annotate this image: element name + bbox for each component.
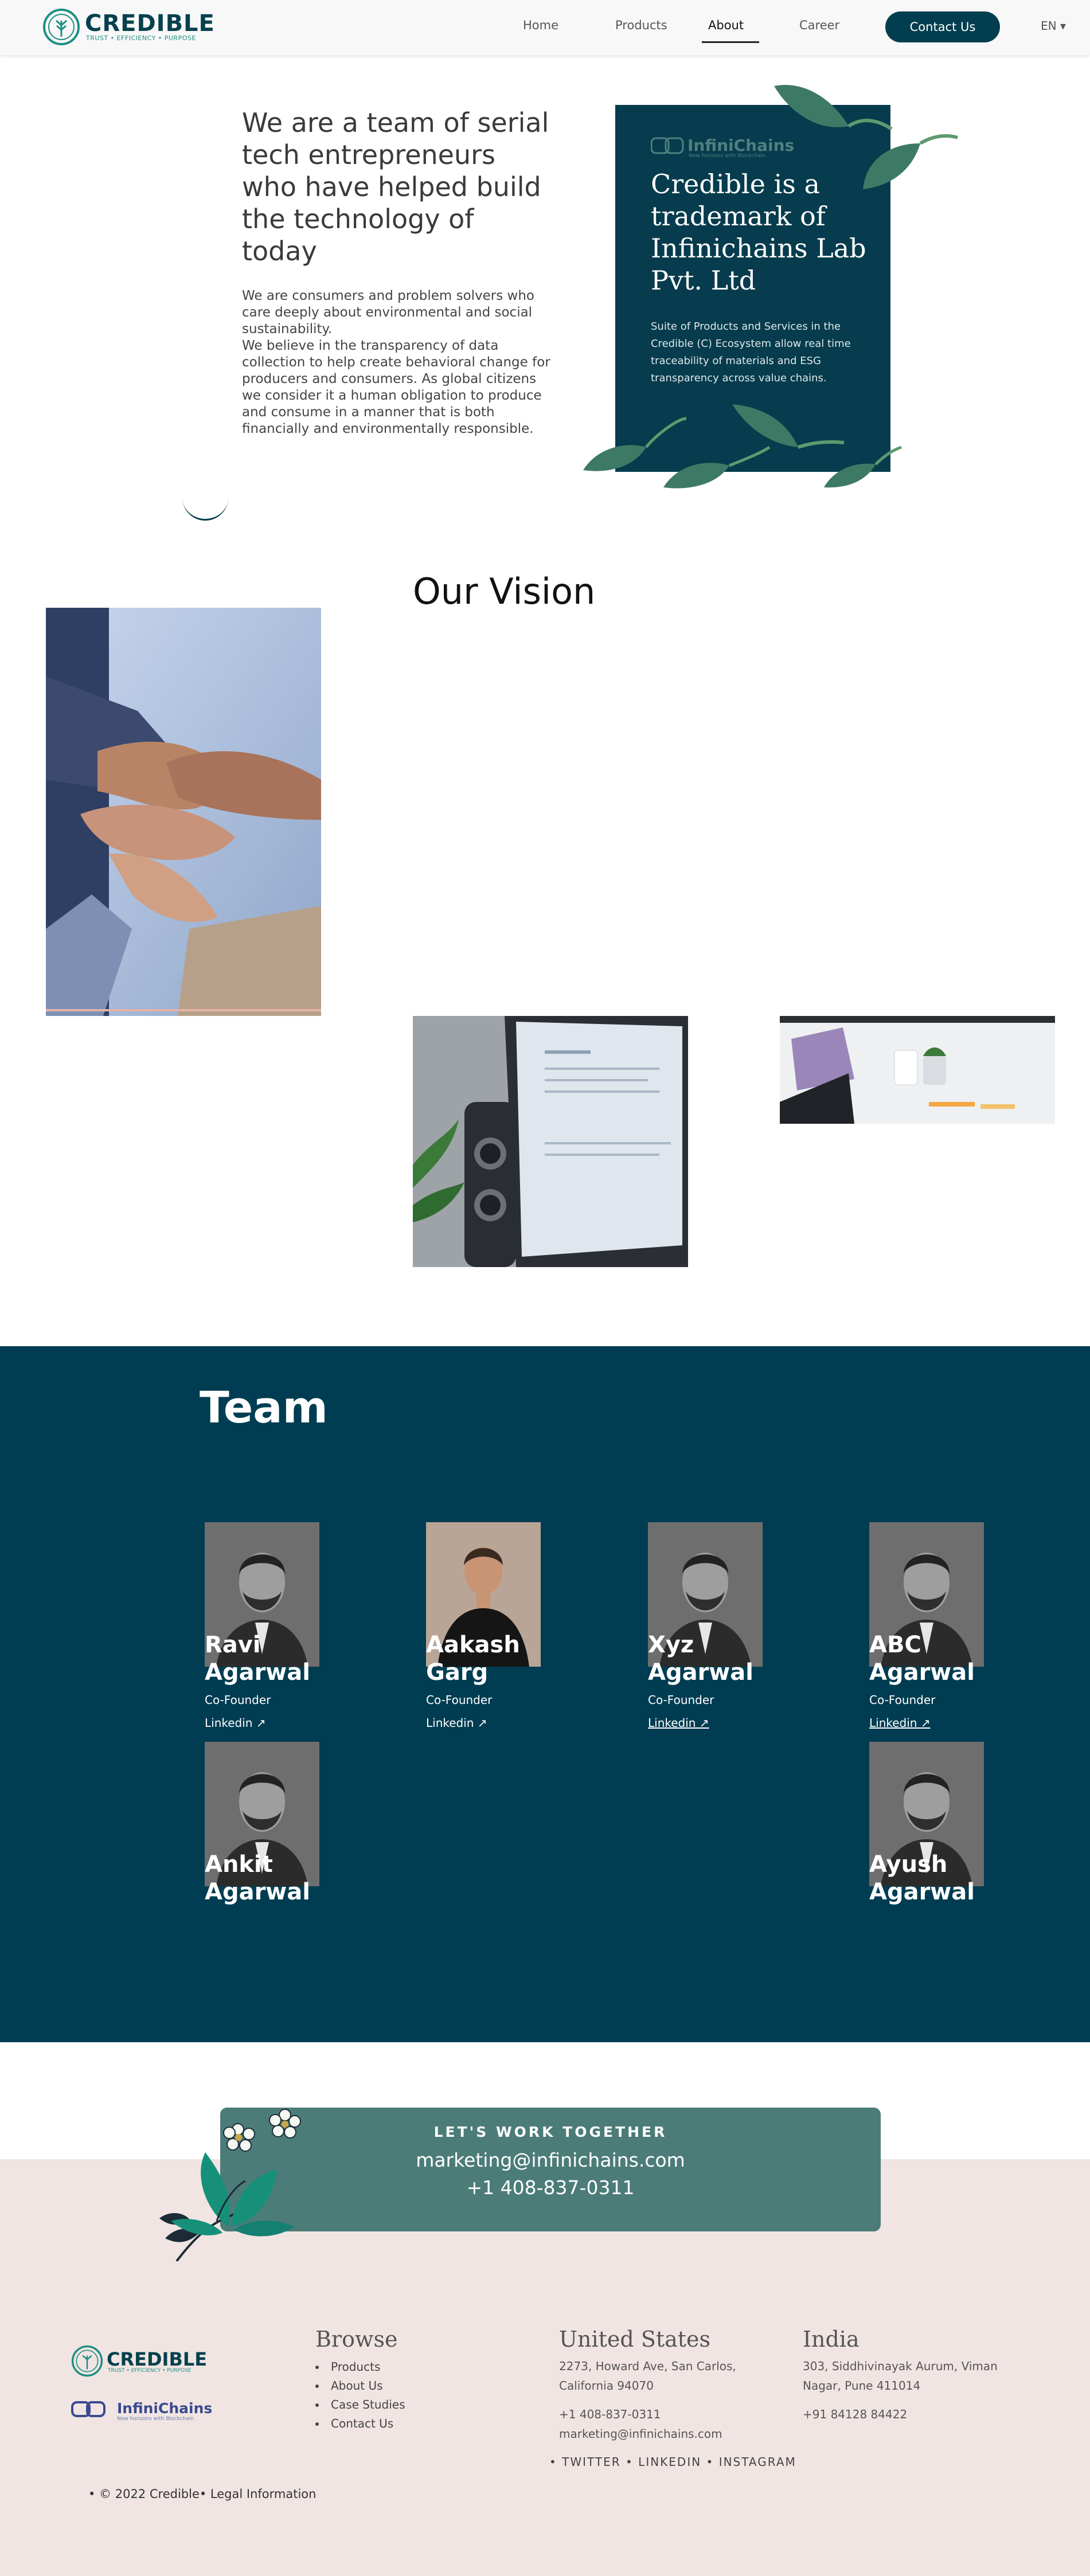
member-name: Xyz Agarwal [648,1632,753,1686]
cta-heading: LET'S WORK TOGETHER [433,2124,667,2140]
footer-infinichains-logo-icon [71,2401,106,2417]
member-role: Co-Founder [205,1693,271,1707]
footer-us-phone[interactable]: +1 408-837-0311 [559,2405,661,2424]
member-name: Ravi Agarwal [205,1632,310,1686]
card-description: Suite of Products and Services in the Cr… [651,320,851,384]
footer-link-about[interactable]: About Us [315,2376,405,2395]
contact-banner: LET'S WORK TOGETHER marketing@infinichai… [220,2108,881,2231]
leaf-decoration-icon [774,85,958,189]
member-role: Co-Founder [869,1693,936,1707]
hero-title: We are a team of serial tech entrepreneu… [242,107,549,267]
hero-paragraph-1: We are consumers and problem solvers who… [242,288,534,337]
member-name: Ayush Agarwal [869,1851,975,1905]
vision-image-hands [46,608,321,1016]
hero-paragraph-2: We believe in the transparency of data c… [242,338,550,436]
member-name: ABC Agarwal [869,1632,975,1686]
footer-infinichains-sub: New horizons with Blockchain [117,2416,194,2422]
vision-image-monitor [413,1016,688,1267]
nav-about[interactable]: About [708,18,744,32]
flower-plant-icon [159,2109,301,2261]
credible-logo-icon[interactable] [42,8,80,46]
footer-brand-tagline: TRUST • EFFICIENCY • PURPOSE [108,2368,192,2374]
team-member-card: ABC Agarwal Co-Founder Linkedin ↗ [869,1522,1007,1730]
top-navbar: CREDIBLE TRUST • EFFICIENCY • PURPOSE Ho… [0,0,1090,55]
member-role: Co-Founder [648,1693,714,1707]
footer-brand-name: CREDIBLE [107,2348,208,2370]
footer-us-address: 2273, Howard Ave, San Carlos, California… [559,2359,736,2393]
active-nav-indicator [702,41,759,43]
footer-infinichains-name: InfiniChains [117,2400,213,2417]
footer-browse-heading: Browse [315,2327,398,2352]
team-member-card: Xyz Agarwal Co-Founder Linkedin ↗ [648,1522,786,1730]
nav-products[interactable]: Products [615,18,667,32]
footer-us-heading: United States [559,2327,711,2352]
footer-link-case-studies[interactable]: Case Studies [315,2395,405,2414]
member-linkedin-link[interactable]: Linkedin ↗ [205,1716,266,1730]
member-linkedin-link[interactable]: Linkedin ↗ [648,1716,709,1730]
footer-credible-logo-icon[interactable] [71,2345,103,2377]
cta-email[interactable]: marketing@infinichains.com [220,2149,881,2171]
scroll-indicator[interactable] [182,493,228,521]
language-dropdown[interactable]: EN ▾ [1041,19,1066,33]
team-member-card: Ravi Agarwal Co-Founder Linkedin ↗ [205,1522,342,1730]
team-member-card: Ayush Agarwal [869,1742,1007,1905]
footer-india-heading: India [803,2327,860,2352]
cta-phone[interactable]: +1 408-837-0311 [220,2176,881,2199]
team-section: Team Ravi Agarwal Co-Founder Linkedin ↗ [0,1346,1090,2042]
team-title: Team [200,1382,328,1433]
brand-name[interactable]: CREDIBLE [85,10,215,37]
member-name: Aakash Garg [426,1632,520,1686]
footer-india-address: 303, Siddhivinayak Aurum, Viman Nagar, P… [803,2359,998,2393]
contact-us-button[interactable]: Contact Us [885,11,1000,42]
leaf-cluster-icon [583,404,902,488]
nav-career[interactable]: Career [799,18,839,32]
footer-browse-list: Products About Us Case Studies Contact U… [315,2358,405,2433]
vision-title: Our Vision [413,570,596,612]
member-linkedin-link[interactable]: Linkedin ↗ [426,1716,487,1730]
footer-link-contact[interactable]: Contact Us [315,2414,405,2433]
footer-us-email[interactable]: marketing@infinichains.com [559,2424,722,2444]
brand-tagline: TRUST • EFFICIENCY • PURPOSE [86,34,196,42]
footer-social-links[interactable]: • TWITTER • LINKEDIN • INSTAGRAM [549,2455,796,2469]
member-role: Co-Founder [426,1693,493,1707]
team-member-card: Ankit Agarwal [205,1742,342,1905]
footer-india-phone[interactable]: +91 84128 84422 [803,2405,907,2424]
nav-home[interactable]: Home [523,18,558,32]
member-linkedin-link[interactable]: Linkedin ↗ [869,1716,931,1730]
vision-image-desk [780,1016,1055,1124]
card-logo-subtext: New horizons with Blockchain [689,153,766,159]
team-member-card: Aakash Garg Co-Founder Linkedin ↗ [426,1522,564,1730]
member-name: Ankit Agarwal [205,1851,310,1905]
footer-copyright: • © 2022 Credible• Legal Information [88,2487,317,2501]
footer-link-products[interactable]: Products [315,2358,405,2376]
